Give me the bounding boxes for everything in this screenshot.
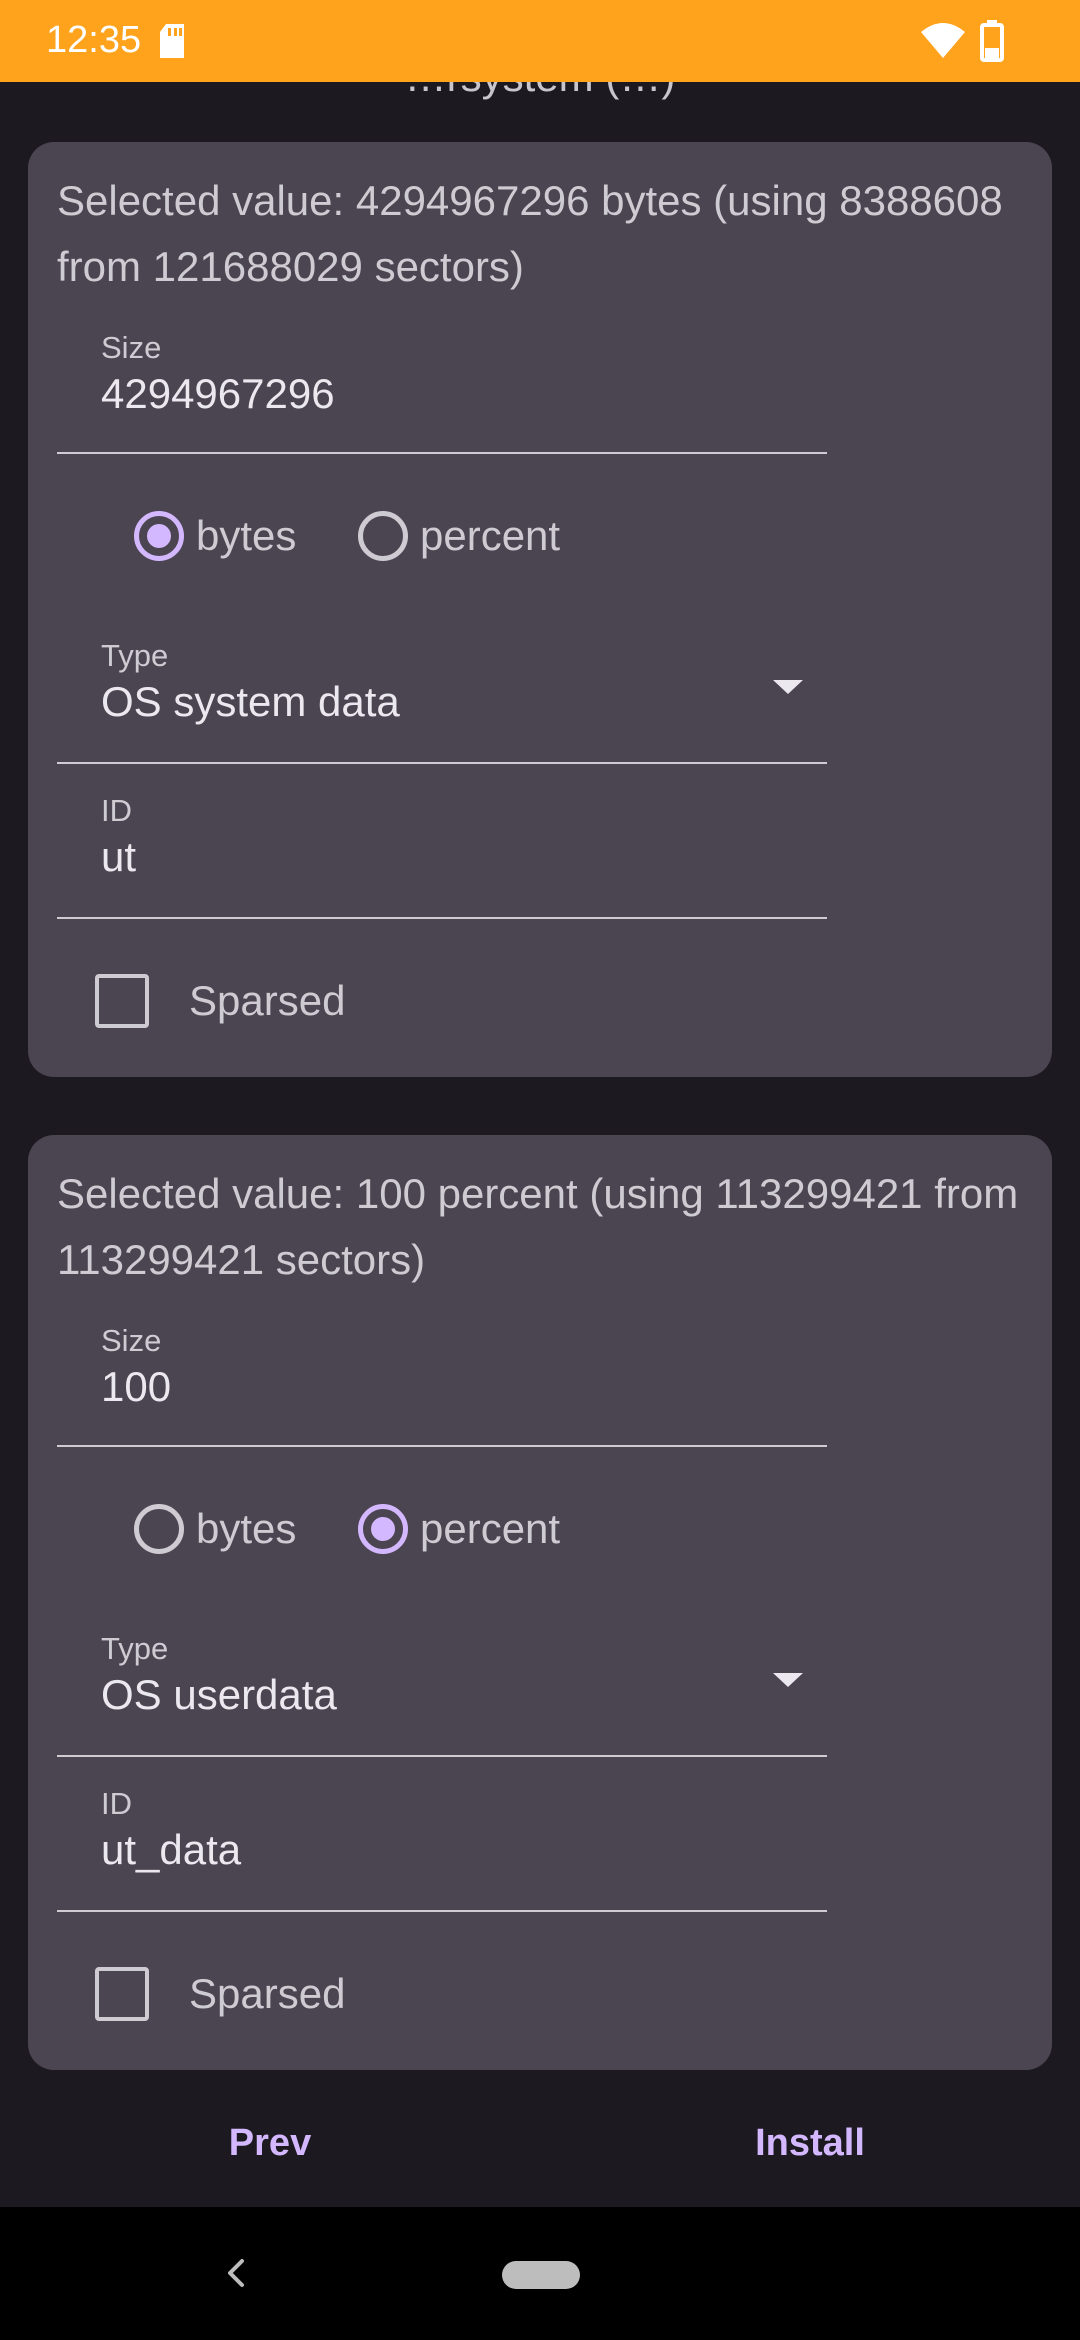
status-bar: 12:35 xyxy=(0,0,1080,82)
type-value: OS system data xyxy=(101,678,400,725)
dropdown-arrow-icon[interactable] xyxy=(773,680,803,694)
bytes-radio[interactable] xyxy=(134,511,184,561)
status-time: 12:35 xyxy=(46,19,142,61)
size-input[interactable]: Size 4294967296 xyxy=(57,312,827,454)
id-label: ID xyxy=(101,793,132,828)
type-dropdown[interactable]: Type OS system data xyxy=(57,622,827,764)
size-value: 100 xyxy=(101,1363,172,1410)
wifi-icon xyxy=(920,22,966,65)
id-value: ut xyxy=(101,833,137,880)
percent-radio[interactable] xyxy=(358,511,408,561)
sparsed-row[interactable]: Sparsed xyxy=(28,962,628,1042)
size-unit-radio-group: bytes percent xyxy=(104,505,604,569)
size-label: Size xyxy=(101,1323,162,1358)
navigation-bar xyxy=(0,2207,1080,2340)
type-value: OS userdata xyxy=(101,1671,337,1718)
install-button[interactable]: Install xyxy=(730,2110,890,2176)
dropdown-arrow-icon[interactable] xyxy=(773,1673,803,1687)
size-label: Size xyxy=(101,330,162,365)
sparsed-row[interactable]: Sparsed xyxy=(28,1955,628,2035)
partition-card: Selected value: 4294967296 bytes (using … xyxy=(28,142,1052,1077)
size-unit-radio-group: bytes percent xyxy=(104,1498,604,1562)
percent-radio[interactable] xyxy=(358,1504,408,1554)
type-dropdown[interactable]: Type OS userdata xyxy=(57,1615,827,1757)
sparsed-checkbox[interactable] xyxy=(95,1967,149,2021)
type-label: Type xyxy=(101,1631,169,1666)
section-header: …rsystem (…) xyxy=(0,82,1080,102)
bytes-radio-label[interactable]: bytes xyxy=(196,509,296,563)
selected-value-summary: Selected value: 100 percent (using 11329… xyxy=(57,1170,1019,1283)
screen: 12:35 …rsystem (…) Selected xyxy=(0,0,1080,2340)
type-label: Type xyxy=(101,638,169,673)
id-value: ut_data xyxy=(101,1826,242,1873)
home-pill[interactable] xyxy=(502,2261,580,2289)
size-value: 4294967296 xyxy=(101,370,335,417)
bytes-radio-label[interactable]: bytes xyxy=(196,1502,296,1556)
bytes-radio[interactable] xyxy=(134,1504,184,1554)
percent-radio-label[interactable]: percent xyxy=(420,509,560,563)
sparsed-checkbox[interactable] xyxy=(95,974,149,1028)
id-input[interactable]: ID ut xyxy=(57,777,827,919)
back-icon[interactable] xyxy=(222,2253,250,2298)
percent-radio-label[interactable]: percent xyxy=(420,1502,560,1556)
selected-value-summary: Selected value: 4294967296 bytes (using … xyxy=(57,177,1003,290)
partition-list[interactable]: …rsystem (…) Selected value: 4294967296 … xyxy=(0,82,1080,2207)
sd-card-icon xyxy=(158,22,186,65)
sparsed-label[interactable]: Sparsed xyxy=(189,1967,345,2021)
battery-icon xyxy=(980,20,1004,67)
sparsed-label[interactable]: Sparsed xyxy=(189,974,345,1028)
id-input[interactable]: ID ut_data xyxy=(57,1770,827,1912)
id-label: ID xyxy=(101,1786,132,1821)
size-input[interactable]: Size 100 xyxy=(57,1305,827,1447)
partition-card: Selected value: 100 percent (using 11329… xyxy=(28,1135,1052,2070)
prev-button[interactable]: Prev xyxy=(190,2110,350,2176)
